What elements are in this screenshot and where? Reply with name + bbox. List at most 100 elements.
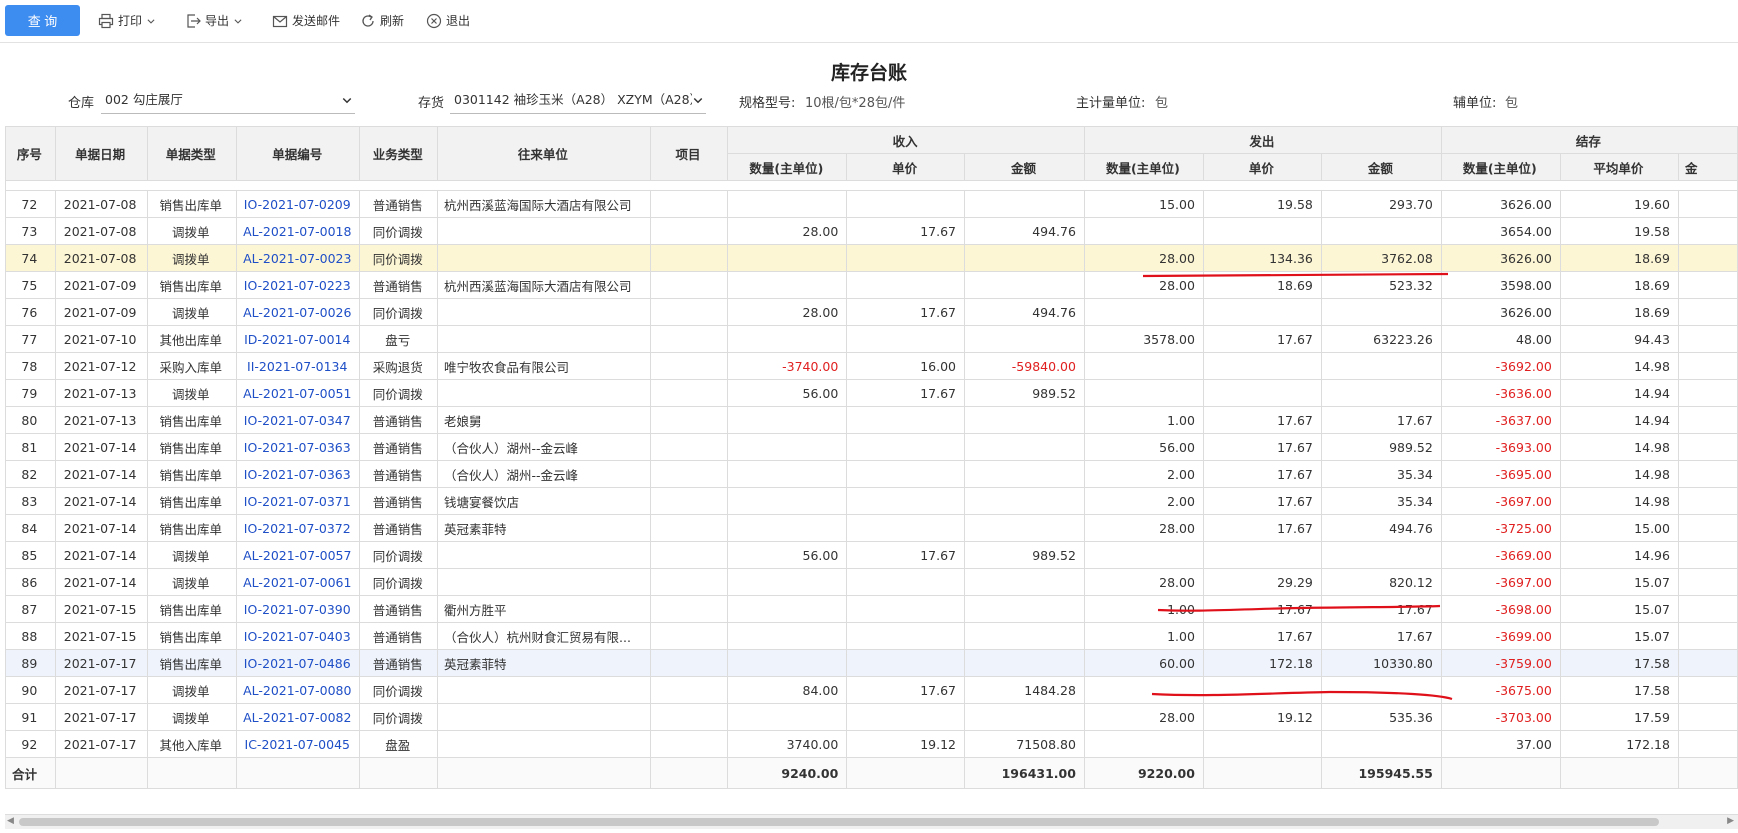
table-row[interactable]: 72 2021-07-08 销售出库单 IO-2021-07-0209 普通销售 杭州西溪… (5, 190, 1738, 218)
table-row[interactable]: 87 2021-07-15 销售出库单 IO-2021-07-0390 普通销售 衢州方胜… (5, 595, 1738, 623)
table-row[interactable]: 80 2021-07-13 销售出库单 IO-2021-07-0347 普通销售 老娘舅 1… (5, 406, 1738, 434)
row-doc-no[interactable]: ID-2021-07-0014 (236, 325, 361, 353)
row-date: 2021-07-15 (54, 622, 148, 650)
export-menu[interactable]: 导出 (185, 12, 243, 30)
row-doc-no[interactable]: AL-2021-07-0023 (236, 244, 361, 272)
table-row[interactable]: 88 2021-07-15 销售出库单 IO-2021-07-0403 普通销售 （合伙人… (5, 622, 1738, 650)
header-out-amount[interactable]: 金额 (1320, 153, 1442, 181)
send-mail-button[interactable]: 发送邮件 (272, 12, 340, 30)
row-doc-no[interactable]: IO-2021-07-0363 (236, 433, 361, 461)
scroll-right-icon[interactable]: ▶ (1727, 816, 1734, 826)
header-partner[interactable]: 往来单位 (437, 126, 651, 181)
ledger-table: 序号 单据日期 单据类型 单据编号 业务类型 往来单位 项目 收入 发出 结存 … (5, 126, 1738, 789)
row-doc-no[interactable]: IO-2021-07-0486 (236, 649, 361, 677)
header-doc-no[interactable]: 单据编号 (236, 126, 361, 181)
row-doc-no[interactable]: AL-2021-07-0051 (236, 379, 361, 407)
row-date: 2021-07-14 (54, 514, 148, 542)
row-doc-no[interactable]: AL-2021-07-0082 (236, 703, 361, 731)
table-row[interactable]: 84 2021-07-14 销售出库单 IO-2021-07-0372 普通销售 英冠素菲… (5, 514, 1738, 542)
header-in-qty[interactable]: 数量(主单位) (727, 153, 848, 181)
table-row[interactable]: 81 2021-07-14 销售出库单 IO-2021-07-0363 普通销售 （合伙人… (5, 433, 1738, 461)
row-balance-amount (1677, 487, 1738, 515)
row-out-qty: 2.00 (1083, 460, 1204, 488)
row-out-qty: 28.00 (1083, 514, 1204, 542)
table-row[interactable]: 86 2021-07-14 调拨单 AL-2021-07-0061 同价调拨 28.00 2… (5, 568, 1738, 596)
row-avg-price: 18.69 (1559, 298, 1679, 326)
header-balance-amount[interactable]: 金 (1677, 153, 1738, 181)
row-doc-no[interactable]: IO-2021-07-0209 (236, 190, 361, 218)
row-partner: 钱塘宴餐饮店 (437, 487, 651, 515)
row-out-price: 17.67 (1202, 514, 1322, 542)
table-row[interactable]: 73 2021-07-08 调拨单 AL-2021-07-0018 同价调拨 28.00 1… (5, 217, 1738, 245)
row-biz-type: 普通销售 (359, 649, 438, 677)
header-in-amount[interactable]: 金额 (964, 153, 1085, 181)
row-doc-no[interactable]: IO-2021-07-0363 (236, 460, 361, 488)
row-biz-type: 盘亏 (359, 325, 438, 353)
row-doc-no[interactable]: II-2021-07-0134 (236, 352, 361, 380)
table-row[interactable]: 82 2021-07-14 销售出库单 IO-2021-07-0363 普通销售 （合伙人… (5, 460, 1738, 488)
table-row[interactable]: 92 2021-07-17 其他入库单 IC-2021-07-0045 盘盈 3740.0… (5, 730, 1738, 758)
horizontal-scrollbar[interactable]: ◀ ▶ (5, 814, 1738, 829)
row-doc-no[interactable]: IO-2021-07-0390 (236, 595, 361, 623)
header-doc-type[interactable]: 单据类型 (146, 126, 238, 181)
row-doc-no[interactable]: AL-2021-07-0061 (236, 568, 361, 596)
table-row[interactable]: 83 2021-07-14 销售出库单 IO-2021-07-0371 普通销售 钱塘宴餐… (5, 487, 1738, 515)
row-doc-no[interactable]: IO-2021-07-0371 (236, 487, 361, 515)
row-out-price: 17.67 (1202, 433, 1322, 461)
table-row[interactable]: 85 2021-07-14 调拨单 AL-2021-07-0057 同价调拨 56.00 1… (5, 541, 1738, 569)
row-doc-no[interactable]: IO-2021-07-0347 (236, 406, 361, 434)
query-button[interactable]: 查 询 (5, 5, 80, 36)
table-row[interactable]: 78 2021-07-12 采购入库单 II-2021-07-0134 采购退货 唯宁牧农… (5, 352, 1738, 380)
refresh-button[interactable]: 刷新 (360, 12, 404, 30)
row-doc-no[interactable]: AL-2021-07-0026 (236, 298, 361, 326)
table-row[interactable]: 75 2021-07-09 销售出库单 IO-2021-07-0223 普通销售 杭州西溪… (5, 271, 1738, 299)
row-doc-no[interactable]: AL-2021-07-0057 (236, 541, 361, 569)
row-balance-amount (1677, 676, 1738, 704)
row-balance-amount (1677, 460, 1738, 488)
row-in-price (846, 460, 966, 488)
row-seq: 79 (5, 379, 56, 407)
table-row[interactable]: 79 2021-07-13 调拨单 AL-2021-07-0051 同价调拨 56.00 1… (5, 379, 1738, 407)
row-date: 2021-07-08 (54, 217, 148, 245)
row-in-qty (727, 622, 848, 650)
header-biz-type[interactable]: 业务类型 (359, 126, 438, 181)
header-balance-qty[interactable]: 数量(主单位) (1440, 153, 1561, 181)
table-row[interactable]: 91 2021-07-17 调拨单 AL-2021-07-0082 同价调拨 28.00 1… (5, 703, 1738, 731)
row-doc-type: 调拨单 (146, 298, 238, 326)
warehouse-select[interactable]: 002 勾庄展厅 (101, 88, 355, 114)
table-row[interactable]: 90 2021-07-17 调拨单 AL-2021-07-0080 同价调拨 84.00 1… (5, 676, 1738, 704)
row-date: 2021-07-14 (54, 487, 148, 515)
row-out-amount: 17.67 (1320, 595, 1442, 623)
table-row[interactable]: 77 2021-07-10 其他出库单 ID-2021-07-0014 盘亏 3578.0… (5, 325, 1738, 353)
table-row[interactable]: 74 2021-07-08 调拨单 AL-2021-07-0023 同价调拨 28.00 1… (5, 244, 1738, 272)
row-doc-no[interactable]: AL-2021-07-0080 (236, 676, 361, 704)
header-project[interactable]: 项目 (649, 126, 729, 181)
header-out-qty[interactable]: 数量(主单位) (1083, 153, 1204, 181)
row-doc-type: 销售出库单 (146, 460, 238, 488)
table-row[interactable]: 76 2021-07-09 调拨单 AL-2021-07-0026 同价调拨 28.00 1… (5, 298, 1738, 326)
row-partner (437, 730, 651, 758)
header-date[interactable]: 单据日期 (54, 126, 148, 181)
row-project (649, 514, 729, 542)
row-doc-no[interactable]: IO-2021-07-0403 (236, 622, 361, 650)
header-in-price[interactable]: 单价 (846, 153, 966, 181)
row-avg-price: 14.98 (1559, 352, 1679, 380)
row-doc-no[interactable]: IO-2021-07-0223 (236, 271, 361, 299)
row-out-amount (1320, 298, 1442, 326)
row-doc-no[interactable]: IO-2021-07-0372 (236, 514, 361, 542)
row-doc-no[interactable]: IC-2021-07-0045 (236, 730, 361, 758)
row-project (649, 433, 729, 461)
print-menu[interactable]: 打印 (98, 12, 156, 30)
row-out-qty: 28.00 (1083, 703, 1204, 731)
row-doc-no[interactable]: AL-2021-07-0018 (236, 217, 361, 245)
table-row[interactable]: 89 2021-07-17 销售出库单 IO-2021-07-0486 普通销售 英冠素菲… (5, 649, 1738, 677)
scrollbar-thumb[interactable] (19, 818, 1659, 826)
header-seq[interactable]: 序号 (5, 126, 56, 181)
header-out-price[interactable]: 单价 (1202, 153, 1322, 181)
inventory-select[interactable]: 0301142 袖珍玉米（A28） XZYM（A28） (450, 88, 706, 114)
header-avg-price[interactable]: 平均单价 (1559, 153, 1679, 181)
scroll-left-icon[interactable]: ◀ (7, 816, 14, 826)
exit-button[interactable]: 退出 (426, 12, 470, 30)
row-partner (437, 703, 651, 731)
row-in-price: 19.12 (846, 730, 966, 758)
